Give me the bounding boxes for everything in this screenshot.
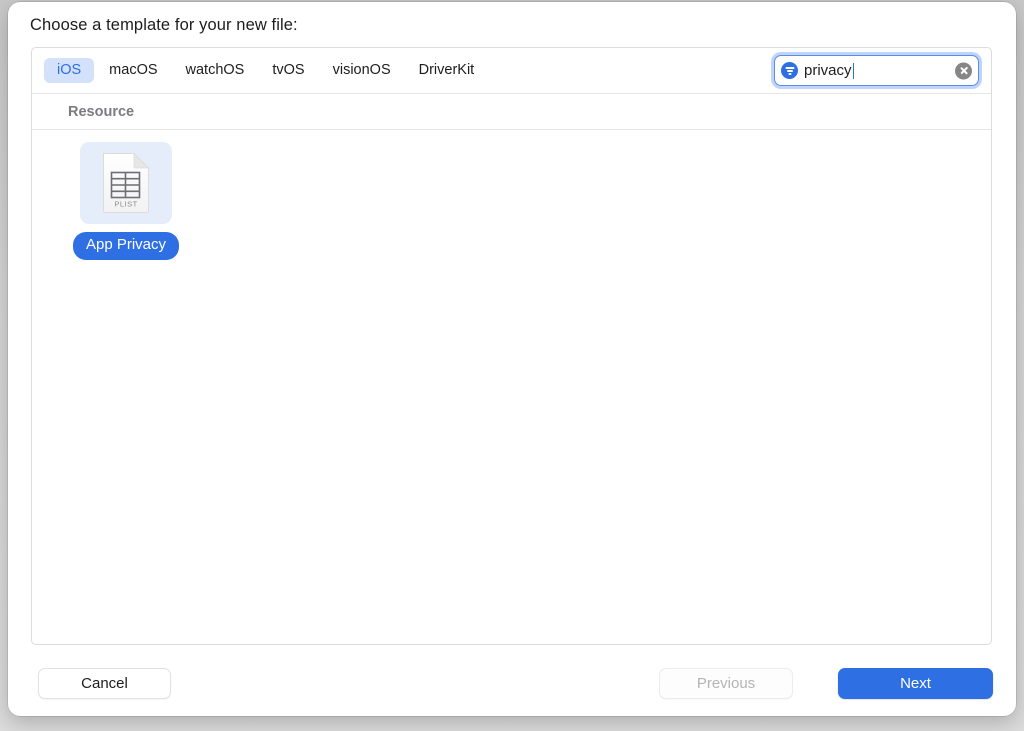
template-item-app-privacy[interactable]: PLIST App Privacy [64,142,188,260]
template-chooser-dialog: Choose a template for your new file: iOS… [8,2,1016,716]
dialog-footer: Cancel Previous Next [31,668,993,700]
clear-search-icon[interactable] [955,62,972,79]
tab-ios[interactable]: iOS [44,57,95,84]
plist-document-icon: PLIST [101,152,151,214]
previous-button[interactable]: Previous [659,668,793,699]
tab-watchos[interactable]: watchOS [173,58,258,84]
tab-visionos[interactable]: visionOS [320,58,404,84]
search-input[interactable]: privacy [774,55,979,86]
text-caret [852,62,855,79]
next-button[interactable]: Next [838,668,993,699]
search-field-container: privacy [774,55,979,86]
template-grid: PLIST App Privacy [32,130,991,260]
filter-icon [781,62,798,79]
template-icon-tile: PLIST [80,142,172,224]
template-item-label: App Privacy [72,232,180,260]
screen: Choose a template for your new file: iOS… [0,0,1024,731]
page-title: Choose a template for your new file: [30,16,298,34]
section-header-label: Resource [68,103,135,120]
svg-text:PLIST: PLIST [114,200,137,209]
search-input-value: privacy [804,62,852,79]
tab-tvos[interactable]: tvOS [259,58,317,84]
cancel-button[interactable]: Cancel [38,668,171,699]
tab-driverkit[interactable]: DriverKit [406,58,488,84]
platform-tab-bar: iOS macOS watchOS tvOS visionOS DriverKi… [32,48,991,94]
platform-tabs: iOS macOS watchOS tvOS visionOS DriverKi… [44,48,487,93]
tab-macos[interactable]: macOS [96,58,170,84]
section-header-resource: Resource [32,94,991,130]
template-browser-panel: iOS macOS watchOS tvOS visionOS DriverKi… [31,47,992,645]
